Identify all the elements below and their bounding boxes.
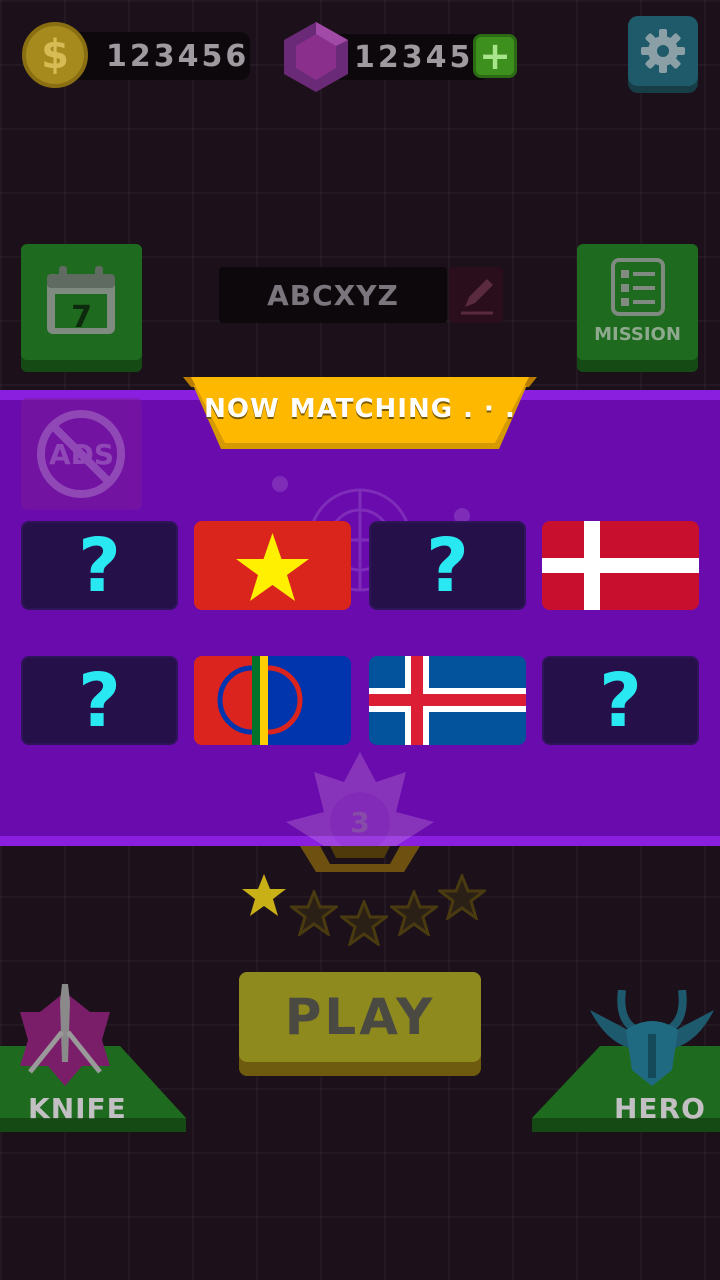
player-slot-empty: ? xyxy=(542,656,699,745)
knife-label: KNIFE xyxy=(28,1092,127,1125)
no-ads-label: ADS xyxy=(48,438,115,471)
mission-label: MISSION xyxy=(594,324,681,345)
edit-name-button[interactable] xyxy=(449,267,503,323)
iceland-flag-icon xyxy=(369,656,526,745)
question-mark: ? xyxy=(78,522,121,609)
coin-counter: 123456 xyxy=(60,32,250,80)
player-slot-flag-vietnam xyxy=(194,521,351,610)
player-slot-empty: ? xyxy=(21,656,178,745)
hero-label: HERO xyxy=(614,1092,706,1125)
star-empty-icon xyxy=(290,890,338,936)
gem-icon xyxy=(284,22,348,92)
vietnam-flag-icon xyxy=(194,521,351,610)
player-slot-flag-sami xyxy=(194,656,351,745)
add-gems-button[interactable]: + xyxy=(473,34,517,78)
coin-amount: 123456 xyxy=(106,38,250,74)
player-slot-flag-iceland xyxy=(369,656,526,745)
mission-button[interactable]: MISSION xyxy=(577,244,698,360)
pencil-icon xyxy=(461,279,493,315)
question-mark: ? xyxy=(599,657,642,744)
star-filled-icon xyxy=(242,874,286,916)
play-label: PLAY xyxy=(284,988,436,1046)
star-empty-icon xyxy=(438,874,486,920)
sami-flag-icon xyxy=(194,656,351,745)
now-matching-title: NOW MATCHING . · . xyxy=(204,394,516,424)
no-ads-button[interactable]: ADS xyxy=(21,398,142,510)
question-mark: ? xyxy=(78,657,121,744)
star-empty-icon xyxy=(340,900,388,946)
rank-stars xyxy=(236,872,486,946)
knife-button[interactable]: KNIFE xyxy=(0,982,190,1152)
player-slot-empty: ? xyxy=(369,521,526,610)
calendar-day: 7 xyxy=(71,300,92,335)
player-slot-empty: ? xyxy=(21,521,178,610)
hero-button[interactable]: HERO xyxy=(530,982,720,1152)
rank-level: 3 xyxy=(350,806,370,839)
play-button[interactable]: PLAY xyxy=(239,972,481,1062)
star-empty-icon xyxy=(390,890,438,936)
denmark-flag-icon xyxy=(542,521,699,610)
knife-icon xyxy=(20,984,110,1086)
daily-reward-button[interactable]: 7 xyxy=(21,244,142,360)
player-name: ABCXYZ xyxy=(219,267,447,323)
viking-helmet-icon xyxy=(590,990,714,1086)
player-slot-flag-denmark xyxy=(542,521,699,610)
question-mark: ? xyxy=(426,522,469,609)
settings-button[interactable] xyxy=(628,16,698,86)
coin-icon: $ xyxy=(22,22,88,88)
gear-icon xyxy=(641,29,685,73)
checklist-icon xyxy=(611,258,665,316)
gem-counter: 123456 xyxy=(330,34,494,80)
